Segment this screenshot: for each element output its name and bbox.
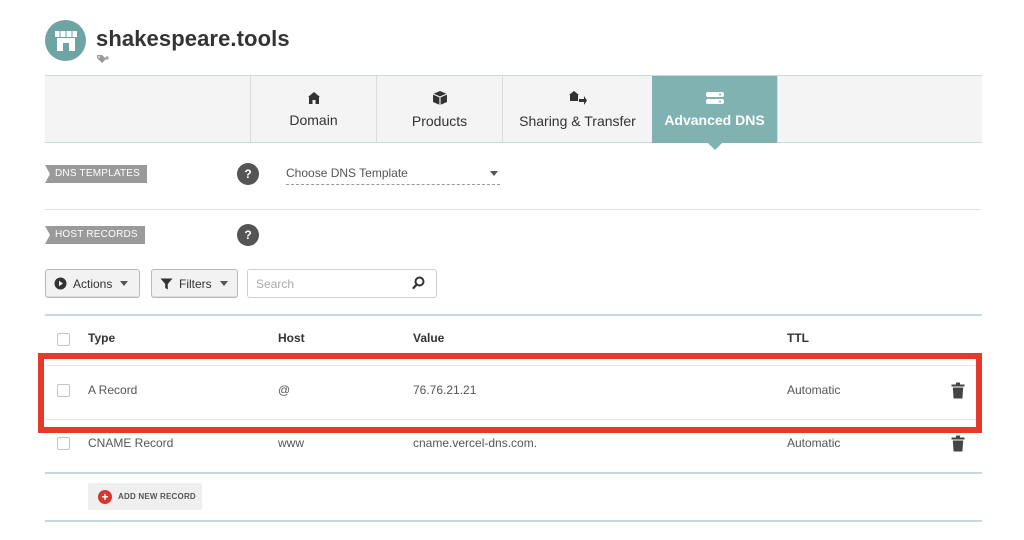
table-top-border: [45, 314, 982, 316]
tab-domain[interactable]: Domain: [250, 76, 376, 143]
store-avatar: [45, 20, 86, 61]
transfer-icon: [568, 91, 587, 105]
actions-button[interactable]: Actions: [45, 269, 140, 298]
row-checkbox[interactable]: [57, 437, 70, 450]
dns-templates-help-icon[interactable]: ?: [237, 163, 259, 185]
chevron-down-icon: [120, 281, 129, 286]
add-tag-icon[interactable]: [96, 54, 110, 64]
record-ttl[interactable]: Automatic: [787, 436, 840, 450]
record-host[interactable]: www: [278, 436, 304, 450]
play-circle-icon: [54, 277, 67, 290]
server-icon: [705, 92, 724, 104]
highlight-box: [38, 353, 982, 433]
host-records-label: HOST RECORDS: [45, 226, 145, 244]
search-box: [247, 269, 437, 298]
filters-label: Filters: [179, 276, 212, 291]
section-divider: [45, 209, 982, 210]
dns-template-select-value: Choose DNS Template: [286, 166, 408, 180]
page-title: shakespeare.tools: [96, 26, 290, 51]
trash-icon[interactable]: [951, 435, 965, 452]
domain-tabbar: Domain Products Sharing & Transfer Advan…: [45, 75, 982, 150]
tab-divider: [777, 76, 778, 143]
column-header-type: Type: [88, 331, 116, 345]
search-input[interactable]: [248, 270, 398, 297]
tab-label: Advanced DNS: [664, 112, 765, 128]
tab-label: Sharing & Transfer: [519, 113, 636, 129]
search-icon[interactable]: [412, 276, 426, 290]
dns-templates-label: DNS TEMPLATES: [45, 165, 148, 183]
add-new-record-button[interactable]: + ADD NEW RECORD: [88, 483, 202, 510]
record-value[interactable]: cname.vercel-dns.com.: [413, 436, 537, 450]
domain-header: shakespeare.tools: [45, 20, 290, 68]
column-header-ttl: TTL: [787, 331, 809, 345]
chevron-down-icon: [219, 281, 228, 286]
dns-template-select[interactable]: Choose DNS Template: [286, 164, 500, 185]
footer-divider: [45, 520, 982, 522]
add-new-record-label: ADD NEW RECORD: [118, 492, 196, 501]
tab-advanced-dns[interactable]: Advanced DNS: [652, 76, 777, 150]
tab-products[interactable]: Products: [376, 76, 502, 143]
box-icon: [432, 91, 447, 105]
record-type[interactable]: CNAME Record: [88, 436, 173, 450]
column-header-host: Host: [278, 331, 305, 345]
plus-circle-icon: +: [98, 489, 112, 504]
store-icon: [54, 30, 77, 51]
actions-label: Actions: [73, 276, 113, 291]
tab-label: Domain: [289, 112, 338, 128]
host-records-help-icon[interactable]: ?: [237, 224, 259, 246]
house-icon: [307, 92, 320, 104]
filter-icon: [160, 278, 173, 289]
column-header-value: Value: [413, 331, 445, 345]
chevron-down-icon: [490, 171, 498, 176]
tab-label: Products: [411, 113, 468, 129]
filters-button[interactable]: Filters: [151, 269, 238, 298]
select-all-checkbox[interactable]: [57, 333, 70, 346]
tab-sharing-transfer[interactable]: Sharing & Transfer: [502, 76, 652, 143]
table-bottom-border: [45, 472, 982, 474]
